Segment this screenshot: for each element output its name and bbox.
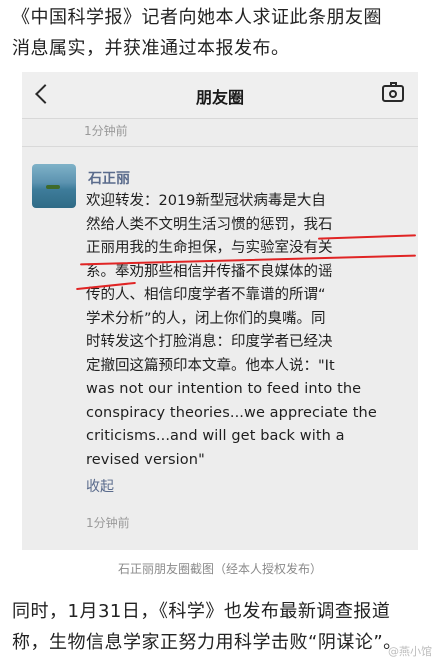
post-line: 系。奉劝那些相信并传播不良媒体的谣 — [86, 263, 333, 280]
article-outro: 同时，1月31日，《科学》也发布最新调查报道 称，生物信息学家正努力用科学击败“… — [12, 596, 432, 658]
post-line: 学术分析”的人，闭上你们的臭嘴。同 — [86, 310, 326, 327]
avatar[interactable] — [32, 164, 76, 208]
intro-line: 消息属实，并获准通过本报发布。 — [12, 38, 290, 59]
article-intro: 《中国科学报》记者向她本人求证此条朋友圈 消息属实，并获准通过本报发布。 — [12, 2, 432, 64]
post-line: 定撤回这篇预印本文章。他本人说："It — [86, 357, 335, 374]
moments-screenshot: 朋友圈 1分钟前 石正丽 欢迎转发：2019新型冠状病毒是大自 然给人类不文明生… — [22, 72, 418, 550]
post-line: 然给人类不文明生活习惯的惩罚，我石 — [86, 216, 333, 233]
previous-post-time: 1分钟前 — [84, 124, 128, 138]
collapse-link[interactable]: 收起 — [86, 476, 114, 496]
post-line: 欢迎转发：2019新型冠状病毒是大自 — [86, 193, 326, 209]
post-line: revised version" — [86, 451, 205, 468]
camera-icon[interactable] — [382, 82, 404, 102]
post-line: conspiracy theories...we appreciate the — [86, 404, 377, 421]
outro-line: 同时，1月31日，《科学》也发布最新调查报道 — [12, 601, 391, 622]
watermark: @燕小馆 — [388, 645, 432, 658]
post-time: 1分钟前 — [86, 516, 130, 530]
post-text: 欢迎转发：2019新型冠状病毒是大自 然给人类不文明生活习惯的惩罚，我石 正丽用… — [86, 190, 414, 472]
nav-title: 朋友圈 — [195, 88, 244, 107]
post-line: was not our intention to feed into the — [86, 381, 362, 397]
post-line: 时转发这个打脸消息：印度学者已经决 — [86, 334, 333, 350]
navbar: 朋友圈 — [22, 72, 418, 119]
intro-line: 《中国科学报》记者向她本人求证此条朋友圈 — [12, 7, 382, 28]
divider — [22, 146, 418, 147]
post-line: 传的人、相信印度学者不靠谱的所谓“ — [86, 287, 326, 303]
outro-line: 称，生物信息学家正努力用科学击败“阴谋论”。 — [12, 632, 402, 653]
post-line: criticisms...and will get back with a — [86, 428, 345, 444]
image-caption: 石正丽朋友圈截图（经本人授权发布） — [117, 562, 322, 576]
username[interactable]: 石正丽 — [88, 168, 130, 188]
